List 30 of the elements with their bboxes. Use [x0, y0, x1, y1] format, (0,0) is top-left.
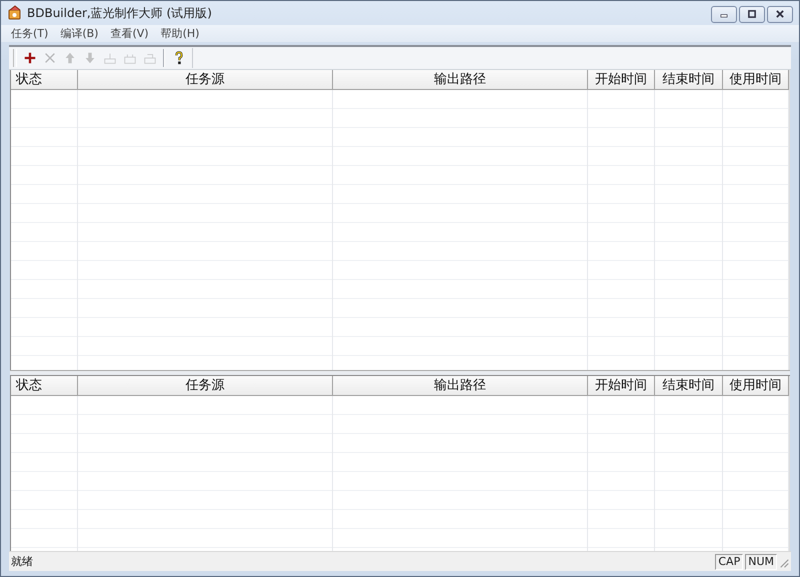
status-indicator: NUM [745, 554, 777, 570]
status-indicator: CAP [715, 554, 744, 570]
window-title: BDBuilder,蓝光制作大师 (试用版) [27, 4, 213, 22]
column-header[interactable]: 任务源 [78, 70, 333, 90]
tray-icon [142, 51, 156, 65]
close-button[interactable] [767, 6, 793, 22]
close-icon [775, 9, 785, 19]
cross-icon [42, 51, 56, 65]
app-icon [7, 5, 23, 21]
status-text: 就绪 [11, 554, 34, 569]
column-header[interactable]: 状态 [11, 70, 78, 90]
column-header[interactable]: 状态 [11, 376, 78, 396]
menu-item[interactable]: 查看(V) [104, 25, 155, 42]
maximize-button[interactable] [739, 6, 765, 22]
maximize-icon [747, 9, 757, 19]
column-header[interactable]: 输出路径 [333, 70, 588, 90]
minimize-button[interactable] [711, 6, 737, 22]
column-header[interactable]: 任务源 [78, 376, 333, 396]
plus-icon [22, 51, 36, 65]
tray-icon [102, 51, 116, 65]
menu-item[interactable]: 编译(B) [54, 25, 104, 42]
column-header[interactable]: 使用时间 [723, 70, 789, 90]
column-header[interactable]: 结束时间 [655, 376, 723, 396]
column-header[interactable]: 开始时间 [588, 376, 655, 396]
column-header[interactable]: 结束时间 [655, 70, 723, 90]
column-header[interactable]: 输出路径 [333, 376, 588, 396]
column-header[interactable]: 使用时间 [723, 376, 789, 396]
menu-item[interactable]: 帮助(H) [154, 25, 206, 42]
menu-item[interactable]: 任务(T) [5, 25, 54, 42]
column-header[interactable]: 开始时间 [588, 70, 655, 90]
